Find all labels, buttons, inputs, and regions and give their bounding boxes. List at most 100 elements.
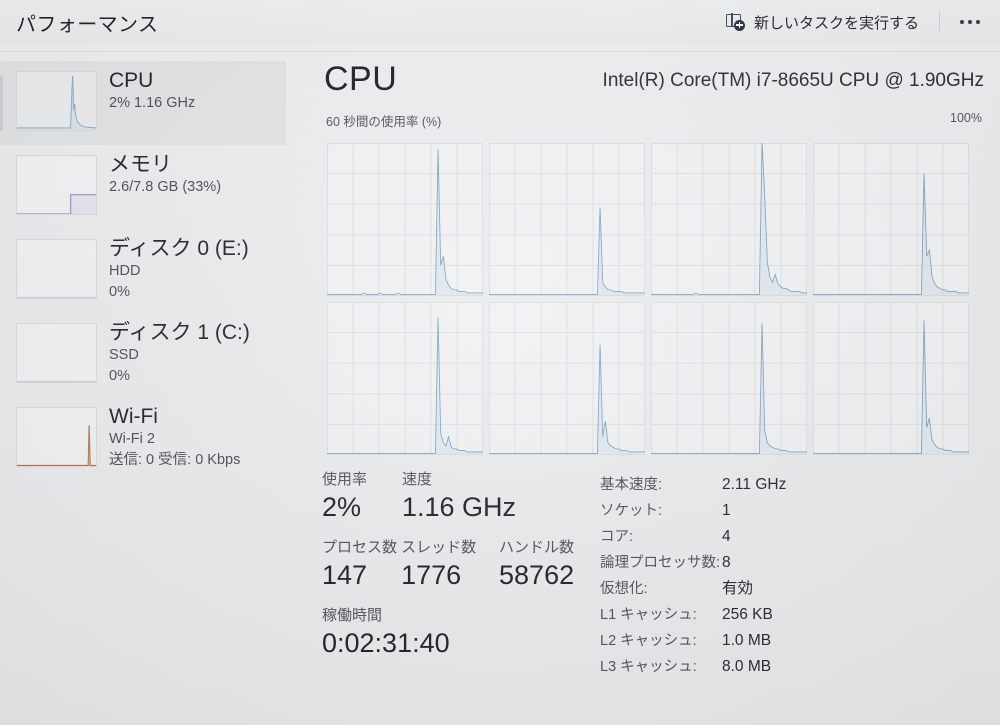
spec-value: 4 [722, 528, 731, 545]
sidebar-item-label: ディスク 0 (E:) [109, 237, 249, 260]
spec-value: 1 [722, 502, 731, 519]
memory-mini-graph [16, 155, 97, 215]
spec-row: コア: 4 [600, 524, 990, 550]
sidebar-item-sub: 2.6/7.8 GB (33%) [109, 179, 222, 195]
stat-handles-label: ハンドル数 [499, 539, 575, 556]
spec-row: ソケット: 1 [600, 498, 990, 524]
new-task-icon [725, 12, 745, 31]
command-bar-divider [0, 51, 1000, 52]
spec-value: 8.0 MB [722, 658, 772, 675]
spec-label: L1 キャッシュ: [600, 607, 697, 623]
more-options-button[interactable] [950, 7, 990, 37]
spec-value: 8 [722, 554, 731, 571]
command-bar: パフォーマンス 新しいタスクを実行する [0, 0, 1000, 44]
sidebar-item-label: CPU [109, 69, 154, 92]
sidebar-item-wifi[interactable]: Wi-Fi Wi-Fi 2 送信: 0 受信: 0 Kbps [0, 397, 300, 481]
stat-handles: ハンドル数 58762 [499, 538, 612, 592]
spec-row: 論理プロセッサ数: 8 [600, 550, 990, 576]
stat-speed: 速度 1.16 GHz [402, 470, 602, 524]
sidebar-item-sub: HDD [109, 263, 141, 279]
run-new-task-label: 新しいタスクを実行する [753, 14, 919, 32]
sidebar-item-sub2: 0% [109, 368, 130, 384]
sidebar-item-text: CPU 2% 1.16 GHz [109, 61, 195, 114]
sidebar-item-memory[interactable]: メモリ 2.6/7.8 GB (33%) [0, 145, 300, 229]
sidebar-item-label: Wi-Fi [109, 405, 158, 428]
cpu-header: CPU Intel(R) Core(TM) i7-8665U CPU @ 1.9… [300, 55, 1000, 111]
sidebar-item-disk1[interactable]: ディスク 1 (C:) SSD 0% [0, 313, 300, 397]
stat-processes-value: 147 [322, 560, 368, 590]
spec-label: コア: [600, 529, 634, 545]
stats-row-uptime: 稼働時間 0:02:31:40 [322, 606, 612, 660]
page-title: パフォーマンス [16, 13, 159, 36]
stat-usage-value: 2% [322, 492, 362, 522]
stat-threads-value: 1776 [401, 560, 462, 590]
sidebar-item-text: ディスク 0 (E:) HDD 0% [109, 229, 249, 303]
spec-label: 基本速度: [600, 477, 663, 493]
spec-label: 仮想化: [600, 581, 648, 597]
spec-value: 2.11 GHz [722, 476, 787, 493]
sidebar-item-text: Wi-Fi Wi-Fi 2 送信: 0 受信: 0 Kbps [109, 397, 240, 471]
sidebar-item-sub: 2% 1.16 GHz [109, 95, 196, 111]
spec-row: L1 キャッシュ: 256 KB [600, 602, 990, 628]
stat-usage-label: 使用率 [322, 471, 368, 488]
stats-row-counts: プロセス数 147 スレッド数 1776 ハンドル数 58762 [322, 538, 612, 592]
core-graph-7[interactable] [813, 302, 969, 455]
run-new-task-button[interactable]: 新しいタスクを実行する [718, 7, 927, 37]
cpu-detail-panel: CPU Intel(R) Core(TM) i7-8665U CPU @ 1.9… [300, 55, 1000, 725]
sidebar-item-cpu[interactable]: CPU 2% 1.16 GHz [0, 61, 286, 145]
stat-usage: 使用率 2% [322, 470, 402, 524]
core-graph-6[interactable] [651, 302, 807, 455]
spec-row: 基本速度: 2.11 GHz [600, 472, 990, 498]
spec-label: L2 キャッシュ: [600, 633, 697, 649]
stat-threads-label: スレッド数 [401, 539, 477, 556]
logical-processors-graph-grid[interactable] [327, 143, 969, 455]
cpu-heading: CPU [324, 60, 398, 98]
cpu-model-name: Intel(R) Core(TM) i7-8665U CPU @ 1.90GHz [602, 70, 984, 91]
sidebar-item-sub: SSD [109, 347, 139, 363]
sidebar-item-sub: Wi-Fi 2 [109, 431, 155, 447]
sidebar-item-disk0[interactable]: ディスク 0 (E:) HDD 0% [0, 229, 300, 313]
stat-threads: スレッド数 1776 [401, 538, 499, 592]
toolbar-divider [939, 11, 940, 33]
ellipsis-icon [968, 20, 972, 24]
stats-row-primary: 使用率 2% 速度 1.16 GHz [322, 470, 612, 524]
sidebar-item-sub2: 送信: 0 受信: 0 Kbps [109, 452, 241, 468]
spec-row: L2 キャッシュ: 1.0 MB [600, 628, 990, 654]
graph-caption-right: 100% [950, 111, 982, 125]
disk1-mini-graph [16, 323, 97, 383]
core-graph-5[interactable] [489, 302, 645, 455]
core-graph-3[interactable] [813, 143, 969, 296]
sidebar-item-sub2: 0% [109, 284, 130, 300]
stat-uptime-value: 0:02:31:40 [322, 628, 450, 658]
spec-value: 1.0 MB [722, 632, 772, 649]
spec-label: ソケット: [600, 503, 663, 519]
stat-speed-label: 速度 [402, 471, 433, 488]
wifi-mini-graph [16, 407, 97, 467]
sidebar-item-text: メモリ 2.6/7.8 GB (33%) [109, 145, 221, 198]
spec-value: 有効 [722, 580, 754, 597]
cpu-spec-list: 基本速度: 2.11 GHz ソケット: 1 コア: 4 論理プロセッサ数: 8 仮想化: 有効 L… [600, 472, 990, 680]
core-graph-0[interactable] [327, 143, 483, 296]
stat-processes-label: プロセス数 [322, 539, 398, 556]
core-graph-1[interactable] [489, 143, 645, 296]
stat-processes: プロセス数 147 [322, 538, 401, 592]
task-manager-window: パフォーマンス 新しいタスクを実行する CPU 2% 1.16 GHz メモリ … [0, 0, 1000, 725]
spec-label: 論理プロセッサ数: [600, 555, 721, 571]
spec-value: 256 KB [722, 606, 773, 623]
stat-uptime: 稼働時間 0:02:31:40 [322, 606, 582, 660]
sidebar-item-label: メモリ [109, 153, 172, 176]
stat-handles-value: 58762 [499, 560, 575, 590]
cpu-statistics: 使用率 2% 速度 1.16 GHz プロセス数 147 スレッド数 1776 … [300, 470, 1000, 720]
resource-sidebar: CPU 2% 1.16 GHz メモリ 2.6/7.8 GB (33%) ディス… [0, 55, 300, 725]
cpu-stats-left: 使用率 2% 速度 1.16 GHz プロセス数 147 スレッド数 1776 … [322, 470, 612, 674]
graph-caption-row: 60 秒間の使用率 (%) 100% [300, 111, 1000, 133]
spec-row: L3 キャッシュ: 8.0 MB [600, 654, 990, 680]
ellipsis-icon [976, 20, 980, 24]
ellipsis-icon [960, 20, 964, 24]
sidebar-item-label: ディスク 1 (C:) [109, 321, 250, 344]
spec-label: L3 キャッシュ: [600, 659, 697, 675]
stat-uptime-label: 稼働時間 [322, 607, 383, 624]
core-graph-4[interactable] [327, 302, 483, 455]
sidebar-item-text: ディスク 1 (C:) SSD 0% [109, 313, 250, 387]
core-graph-2[interactable] [651, 143, 807, 296]
